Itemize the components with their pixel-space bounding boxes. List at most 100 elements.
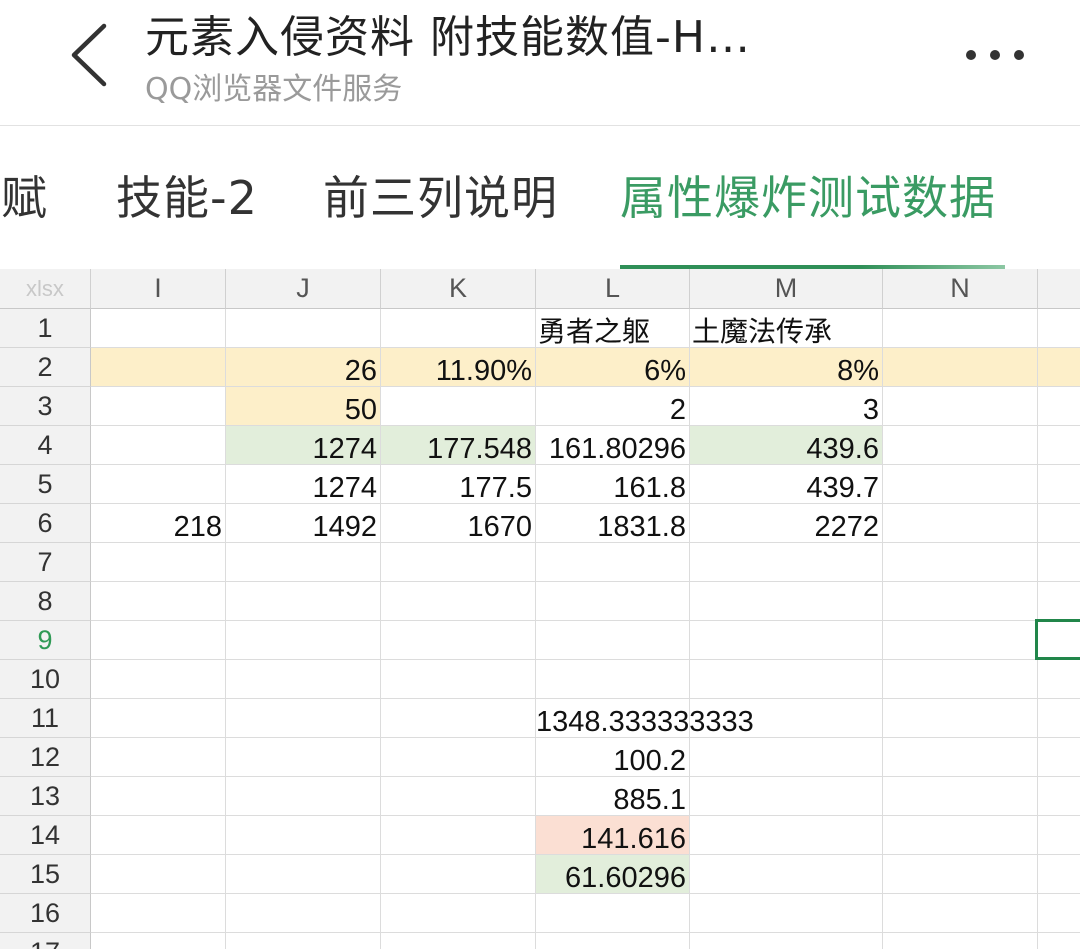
cell-i15[interactable]	[91, 855, 226, 894]
cell-j7[interactable]	[226, 543, 381, 582]
cell-n1[interactable]	[883, 309, 1038, 348]
cell-k15[interactable]	[381, 855, 536, 894]
cell-k6[interactable]: 1670	[381, 504, 536, 543]
cell-l13[interactable]: 885.1	[536, 777, 690, 816]
cell-n7[interactable]	[883, 543, 1038, 582]
cell-j3[interactable]: 50	[226, 387, 381, 426]
row-header-3[interactable]: 3	[0, 387, 91, 426]
cell-n8[interactable]	[883, 582, 1038, 621]
row-header-7[interactable]: 7	[0, 543, 91, 582]
cell-m10[interactable]	[690, 660, 883, 699]
cell-k9[interactable]	[381, 621, 536, 660]
cell-m11[interactable]	[690, 699, 883, 738]
tab-skill-2[interactable]: 技能-2	[116, 168, 258, 228]
cell-o8[interactable]	[1038, 582, 1080, 621]
cell-j9[interactable]	[226, 621, 381, 660]
row-header-15[interactable]: 15	[0, 855, 91, 894]
row-header-9[interactable]: 9	[0, 621, 91, 660]
cell-i16[interactable]	[91, 894, 226, 933]
row-header-17[interactable]: 17	[0, 933, 91, 949]
row-header-13[interactable]: 13	[0, 777, 91, 816]
column-header-k[interactable]: K	[381, 269, 536, 309]
cell-l1[interactable]: 勇者之躯	[536, 309, 690, 348]
cell-o15[interactable]	[1038, 855, 1080, 894]
cell-n2[interactable]	[883, 348, 1038, 387]
row-header-16[interactable]: 16	[0, 894, 91, 933]
cell-m8[interactable]	[690, 582, 883, 621]
cell-l3[interactable]: 2	[536, 387, 690, 426]
cell-k12[interactable]	[381, 738, 536, 777]
cell-m7[interactable]	[690, 543, 883, 582]
row-header-14[interactable]: 14	[0, 816, 91, 855]
cell-o11[interactable]	[1038, 699, 1080, 738]
cell-m6[interactable]: 2272	[690, 504, 883, 543]
cell-o7[interactable]	[1038, 543, 1080, 582]
cell-j13[interactable]	[226, 777, 381, 816]
cell-m3[interactable]: 3	[690, 387, 883, 426]
cell-k7[interactable]	[381, 543, 536, 582]
cell-i4[interactable]	[91, 426, 226, 465]
cell-k14[interactable]	[381, 816, 536, 855]
cell-m12[interactable]	[690, 738, 883, 777]
cell-i1[interactable]	[91, 309, 226, 348]
cell-l4[interactable]: 161.80296	[536, 426, 690, 465]
column-header-next[interactable]	[1038, 269, 1080, 309]
cell-n16[interactable]	[883, 894, 1038, 933]
cell-i6[interactable]: 218	[91, 504, 226, 543]
column-header-m[interactable]: M	[690, 269, 883, 309]
cell-n9[interactable]	[883, 621, 1038, 660]
cell-k10[interactable]	[381, 660, 536, 699]
more-options-icon[interactable]	[955, 30, 1035, 80]
cell-k1[interactable]	[381, 309, 536, 348]
cell-m5[interactable]: 439.7	[690, 465, 883, 504]
cell-n10[interactable]	[883, 660, 1038, 699]
cell-k17[interactable]	[381, 933, 536, 949]
cell-m13[interactable]	[690, 777, 883, 816]
cell-n3[interactable]	[883, 387, 1038, 426]
cell-k8[interactable]	[381, 582, 536, 621]
cell-i12[interactable]	[91, 738, 226, 777]
cell-k13[interactable]	[381, 777, 536, 816]
cell-k5[interactable]: 177.5	[381, 465, 536, 504]
cell-l16[interactable]	[536, 894, 690, 933]
cell-i17[interactable]	[91, 933, 226, 949]
cell-m1[interactable]: 土魔法传承	[690, 309, 883, 348]
cell-i10[interactable]	[91, 660, 226, 699]
cell-n6[interactable]	[883, 504, 1038, 543]
cell-k2[interactable]: 11.90%	[381, 348, 536, 387]
cell-l6[interactable]: 1831.8	[536, 504, 690, 543]
cell-j8[interactable]	[226, 582, 381, 621]
tab-first-three-columns[interactable]: 前三列说明	[323, 168, 558, 228]
cell-j15[interactable]	[226, 855, 381, 894]
cell-j10[interactable]	[226, 660, 381, 699]
cell-n4[interactable]	[883, 426, 1038, 465]
row-header-8[interactable]: 8	[0, 582, 91, 621]
cell-j16[interactable]	[226, 894, 381, 933]
cell-m4[interactable]: 439.6	[690, 426, 883, 465]
cell-i3[interactable]	[91, 387, 226, 426]
cell-m2[interactable]: 8%	[690, 348, 883, 387]
cell-o6[interactable]	[1038, 504, 1080, 543]
cell-n12[interactable]	[883, 738, 1038, 777]
cell-l7[interactable]	[536, 543, 690, 582]
cell-j6[interactable]: 1492	[226, 504, 381, 543]
cell-i13[interactable]	[91, 777, 226, 816]
cell-l9[interactable]	[536, 621, 690, 660]
cell-n11[interactable]	[883, 699, 1038, 738]
cell-o4[interactable]	[1038, 426, 1080, 465]
cell-o13[interactable]	[1038, 777, 1080, 816]
select-all-corner[interactable]: xlsx	[0, 269, 91, 309]
cell-j11[interactable]	[226, 699, 381, 738]
cell-l15[interactable]: 61.60296	[536, 855, 690, 894]
cell-i9[interactable]	[91, 621, 226, 660]
cell-l14[interactable]: 141.616	[536, 816, 690, 855]
cell-m15[interactable]	[690, 855, 883, 894]
cell-n15[interactable]	[883, 855, 1038, 894]
tab-attribute-burst-test[interactable]: 属性爆炸测试数据	[620, 168, 996, 228]
cell-m16[interactable]	[690, 894, 883, 933]
cell-o10[interactable]	[1038, 660, 1080, 699]
cell-i5[interactable]	[91, 465, 226, 504]
back-arrow-icon[interactable]	[60, 20, 120, 90]
row-header-11[interactable]: 11	[0, 699, 91, 738]
row-header-5[interactable]: 5	[0, 465, 91, 504]
